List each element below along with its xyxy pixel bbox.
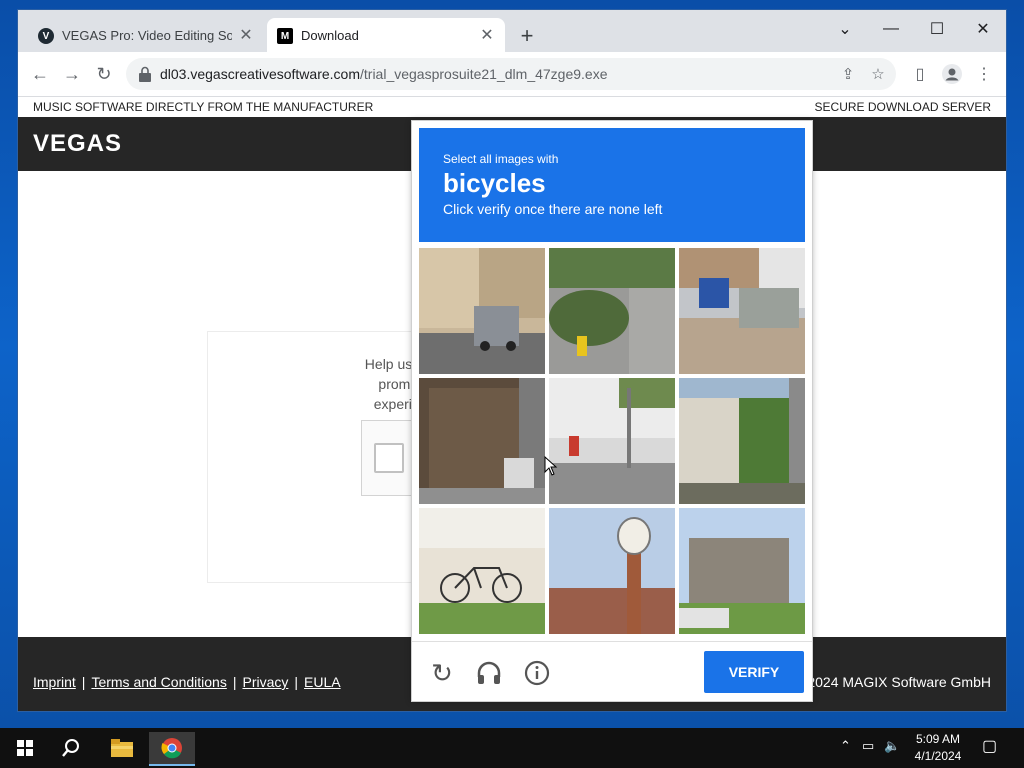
chrome-taskbar-icon[interactable]: [149, 732, 195, 766]
challenge-instruction: Select all images with: [443, 152, 559, 166]
menu-kebab-icon[interactable]: ⋮: [972, 62, 996, 86]
new-tab-button[interactable]: +: [515, 23, 539, 48]
vegas-logo[interactable]: VEGAS: [33, 130, 122, 158]
info-icon[interactable]: [522, 658, 552, 688]
tab-title: Download: [301, 28, 359, 43]
challenge-tile-1[interactable]: [419, 248, 545, 374]
maximize-button[interactable]: ☐: [917, 14, 957, 44]
challenge-header: Select all images with bicycles Click ve…: [419, 128, 805, 242]
privacy-link[interactable]: Privacy: [242, 674, 288, 690]
topbar-tagline: MUSIC SOFTWARE DIRECTLY FROM THE MANUFAC…: [33, 100, 374, 114]
tab-vegas-pro[interactable]: V VEGAS Pro: Video Editing Software ✕: [28, 18, 264, 52]
close-tab-icon[interactable]: ✕: [236, 25, 256, 45]
share-icon[interactable]: ⇪: [838, 64, 858, 84]
reload-icon[interactable]: ↻: [427, 658, 457, 688]
challenge-tile-7[interactable]: [419, 508, 545, 634]
windows-taskbar: ⌃ ▭ 🔈 5:09 AM 4/1/2024 ▢: [0, 728, 1024, 768]
lock-icon: [139, 66, 151, 82]
windows-start-icon[interactable]: [2, 732, 48, 764]
footer-copyright: © 2024 MAGIX Software GmbH: [793, 674, 991, 690]
imprint-link[interactable]: Imprint: [33, 674, 76, 690]
challenge-tile-9[interactable]: [679, 508, 805, 634]
notifications-icon[interactable]: ▢: [982, 736, 997, 756]
topbar-secure: SECURE DOWNLOAD SERVER: [814, 100, 991, 114]
taskbar-clock[interactable]: 5:09 AM 4/1/2024: [905, 731, 971, 765]
challenge-tile-5[interactable]: [549, 378, 675, 504]
tab-search-chevron-icon[interactable]: ⌄: [825, 14, 865, 44]
reload-icon[interactable]: ↻: [92, 62, 116, 86]
back-icon[interactable]: ←: [28, 62, 52, 86]
volume-muted-icon[interactable]: 🔈: [884, 738, 900, 754]
tab-title: VEGAS Pro: Video Editing Software: [62, 28, 232, 43]
tray-chevron-icon[interactable]: ⌃: [840, 738, 851, 754]
close-window-button[interactable]: ✕: [963, 14, 1003, 44]
challenge-tile-6[interactable]: [679, 378, 805, 504]
mouse-cursor-icon: [544, 456, 558, 476]
bookmark-star-icon[interactable]: ☆: [868, 64, 888, 84]
headphones-icon[interactable]: [474, 658, 504, 688]
challenge-tile-3[interactable]: [679, 248, 805, 374]
profile-avatar-icon[interactable]: [940, 62, 964, 86]
forward-icon[interactable]: →: [60, 62, 84, 86]
minimize-button[interactable]: —: [871, 14, 911, 44]
close-tab-icon[interactable]: ✕: [477, 25, 497, 45]
tab-strip: V VEGAS Pro: Video Editing Software ✕ M …: [18, 10, 1006, 52]
terms-link[interactable]: Terms and Conditions: [91, 674, 226, 690]
challenge-subinstruction: Click verify once there are none left: [443, 201, 663, 217]
browser-toolbar: ← → ↻ dl03.vegascreativesoftware.com/tri…: [18, 52, 1006, 97]
url-path: /trial_vegasprosuite21_dlm_47zge9.exe: [360, 66, 608, 82]
file-explorer-icon[interactable]: [99, 732, 145, 764]
captcha-checkbox-frame: [361, 420, 413, 496]
captcha-checkbox[interactable]: [374, 443, 404, 473]
verify-button[interactable]: VERIFY: [704, 651, 804, 693]
url-host: dl03.vegascreativesoftware.com: [160, 66, 360, 82]
challenge-tile-8[interactable]: [549, 508, 675, 634]
address-bar[interactable]: dl03.vegascreativesoftware.com/trial_veg…: [126, 58, 896, 90]
eula-link[interactable]: EULA: [304, 674, 341, 690]
copyright-text: 2024 MAGIX Software GmbH: [807, 674, 991, 690]
challenge-tile-4[interactable]: [419, 378, 545, 504]
footer-links: Imprint | Terms and Conditions | Privacy | EUL…: [33, 674, 341, 690]
challenge-target: bicycles: [443, 168, 546, 198]
url-text: dl03.vegascreativesoftware.com/trial_veg…: [160, 66, 608, 82]
image-challenge-popup: Select all images with bicycles Click ve…: [411, 120, 813, 702]
vegas-favicon-icon: V: [38, 28, 54, 44]
side-panel-icon[interactable]: ▯: [908, 62, 932, 86]
site-topbar: MUSIC SOFTWARE DIRECTLY FROM THE MANUFAC…: [18, 97, 1006, 117]
magix-favicon-icon: M: [277, 28, 293, 44]
search-icon[interactable]: [48, 732, 94, 764]
challenge-tile-2[interactable]: [549, 248, 675, 374]
clock-time: 5:09 AM: [915, 732, 961, 746]
challenge-divider: [412, 641, 812, 642]
network-icon[interactable]: ▭: [862, 738, 874, 754]
tab-download[interactable]: M Download ✕: [267, 18, 505, 52]
clock-date: 4/1/2024: [914, 749, 962, 763]
